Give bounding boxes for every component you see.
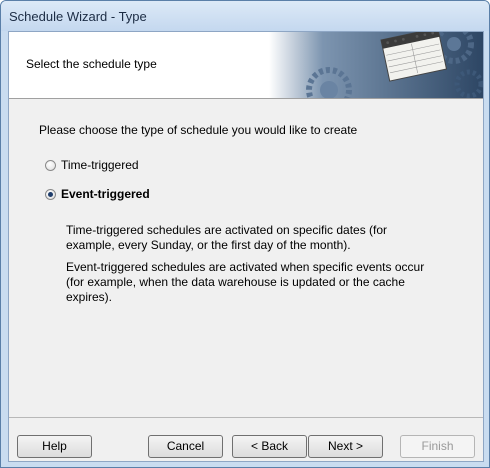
back-button[interactable]: < Back [232,435,307,458]
schedule-type-prompt: Please choose the type of schedule you w… [39,123,358,137]
title-bar[interactable]: Schedule Wizard - Type [1,1,489,31]
wizard-window: Schedule Wizard - Type Select the schedu… [0,0,490,468]
time-triggered-label[interactable]: Time-triggered [61,158,139,172]
window-title: Schedule Wizard - Type [9,9,147,24]
step-title: Select the schedule type [26,57,157,71]
wizard-body: Select the schedule type Please choose t… [8,31,484,462]
time-triggered-description: Time-triggered schedules are activated o… [66,223,388,252]
wizard-header: Select the schedule type [9,32,483,99]
event-triggered-radio[interactable] [45,188,56,200]
time-triggered-option[interactable]: Time-triggered [45,158,139,172]
cancel-button[interactable]: Cancel [148,435,223,458]
next-button[interactable]: Next > [308,435,383,458]
time-triggered-radio[interactable] [45,159,56,171]
footer-divider [9,417,483,418]
help-button[interactable]: Help [17,435,92,458]
event-triggered-option[interactable]: Event-triggered [45,187,150,201]
calendar-gears-banner-icon [269,32,483,98]
event-triggered-label[interactable]: Event-triggered [61,187,150,201]
event-triggered-description: Event-triggered schedules are activated … [66,260,425,304]
finish-button: Finish [400,435,475,458]
